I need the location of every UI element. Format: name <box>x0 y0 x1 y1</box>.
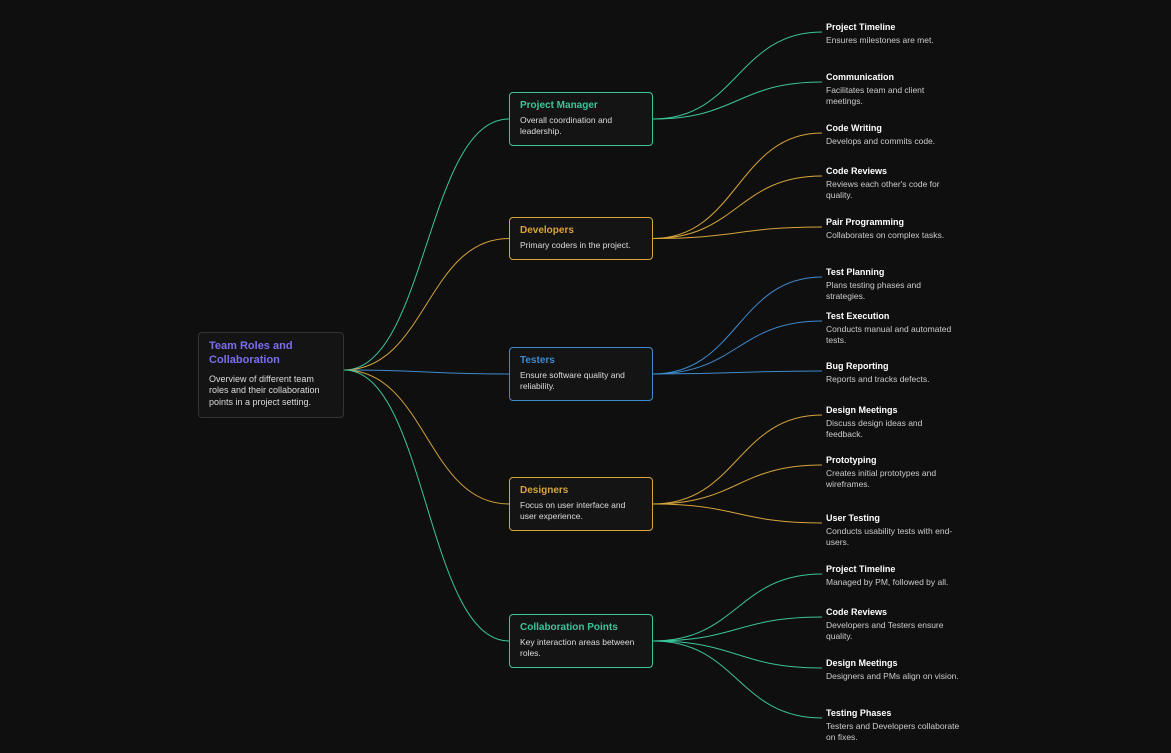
branch-title: Developers <box>520 225 642 236</box>
leaf-node[interactable]: Project Timeline Managed by PM, followed… <box>826 564 960 588</box>
mindmap-canvas[interactable]: Team Roles and Collaboration Overview of… <box>0 0 1171 753</box>
leaf-title: Pair Programming <box>826 217 960 227</box>
leaf-desc: Conducts usability tests with end-users. <box>826 526 960 548</box>
leaf-desc: Develops and commits code. <box>826 136 960 147</box>
leaf-desc: Developers and Testers ensure quality. <box>826 620 960 642</box>
leaf-node[interactable]: Prototyping Creates initial prototypes a… <box>826 455 960 490</box>
leaf-desc: Reviews each other's code for quality. <box>826 179 960 201</box>
leaf-node[interactable]: Pair Programming Collaborates on complex… <box>826 217 960 241</box>
leaf-node[interactable]: Code Reviews Reviews each other's code f… <box>826 166 960 201</box>
leaf-node[interactable]: Communication Facilitates team and clien… <box>826 72 960 107</box>
leaf-title: User Testing <box>826 513 960 523</box>
branch-node[interactable]: Project Manager Overall coordination and… <box>509 92 653 146</box>
leaf-desc: Plans testing phases and strategies. <box>826 280 960 302</box>
leaf-node[interactable]: Code Reviews Developers and Testers ensu… <box>826 607 960 642</box>
leaf-node[interactable]: Code Writing Develops and commits code. <box>826 123 960 147</box>
leaf-title: Communication <box>826 72 960 82</box>
leaf-node[interactable]: Bug Reporting Reports and tracks defects… <box>826 361 960 385</box>
branch-title: Testers <box>520 355 642 366</box>
leaf-title: Test Planning <box>826 267 960 277</box>
leaf-desc: Reports and tracks defects. <box>826 374 960 385</box>
leaf-desc: Managed by PM, followed by all. <box>826 577 960 588</box>
branch-node[interactable]: Collaboration Points Key interaction are… <box>509 614 653 668</box>
branch-desc: Key interaction areas between roles. <box>520 637 642 659</box>
branch-title: Designers <box>520 485 642 496</box>
branch-desc: Focus on user interface and user experie… <box>520 500 642 522</box>
leaf-title: Project Timeline <box>826 564 960 574</box>
leaf-desc: Creates initial prototypes and wireframe… <box>826 468 960 490</box>
leaf-title: Code Writing <box>826 123 960 133</box>
root-node[interactable]: Team Roles and Collaboration Overview of… <box>198 332 344 418</box>
leaf-desc: Facilitates team and client meetings. <box>826 85 960 107</box>
leaf-node[interactable]: Testing Phases Testers and Developers co… <box>826 708 960 743</box>
leaf-title: Test Execution <box>826 311 960 321</box>
leaf-title: Project Timeline <box>826 22 960 32</box>
leaf-desc: Conducts manual and automated tests. <box>826 324 960 346</box>
leaf-title: Testing Phases <box>826 708 960 718</box>
branch-node[interactable]: Designers Focus on user interface and us… <box>509 477 653 531</box>
leaf-desc: Discuss design ideas and feedback. <box>826 418 960 440</box>
leaf-title: Design Meetings <box>826 405 960 415</box>
leaf-title: Code Reviews <box>826 607 960 617</box>
leaf-node[interactable]: User Testing Conducts usability tests wi… <box>826 513 960 548</box>
root-desc: Overview of different team roles and the… <box>209 374 333 409</box>
leaf-node[interactable]: Test Execution Conducts manual and autom… <box>826 311 960 346</box>
branch-desc: Overall coordination and leadership. <box>520 115 642 137</box>
branch-node[interactable]: Developers Primary coders in the project… <box>509 217 653 260</box>
leaf-title: Code Reviews <box>826 166 960 176</box>
branch-desc: Ensure software quality and reliability. <box>520 370 642 392</box>
leaf-node[interactable]: Test Planning Plans testing phases and s… <box>826 267 960 302</box>
leaf-desc: Ensures milestones are met. <box>826 35 960 46</box>
leaf-node[interactable]: Design Meetings Discuss design ideas and… <box>826 405 960 440</box>
branch-title: Project Manager <box>520 100 642 111</box>
leaf-title: Bug Reporting <box>826 361 960 371</box>
leaf-desc: Designers and PMs align on vision. <box>826 671 960 682</box>
branch-node[interactable]: Testers Ensure software quality and reli… <box>509 347 653 401</box>
leaf-desc: Testers and Developers collaborate on fi… <box>826 721 960 743</box>
branch-title: Collaboration Points <box>520 622 642 633</box>
leaf-title: Prototyping <box>826 455 960 465</box>
branch-desc: Primary coders in the project. <box>520 240 642 251</box>
leaf-desc: Collaborates on complex tasks. <box>826 230 960 241</box>
root-title: Team Roles and Collaboration <box>209 340 333 368</box>
leaf-node[interactable]: Design Meetings Designers and PMs align … <box>826 658 960 682</box>
leaf-node[interactable]: Project Timeline Ensures milestones are … <box>826 22 960 46</box>
leaf-title: Design Meetings <box>826 658 960 668</box>
